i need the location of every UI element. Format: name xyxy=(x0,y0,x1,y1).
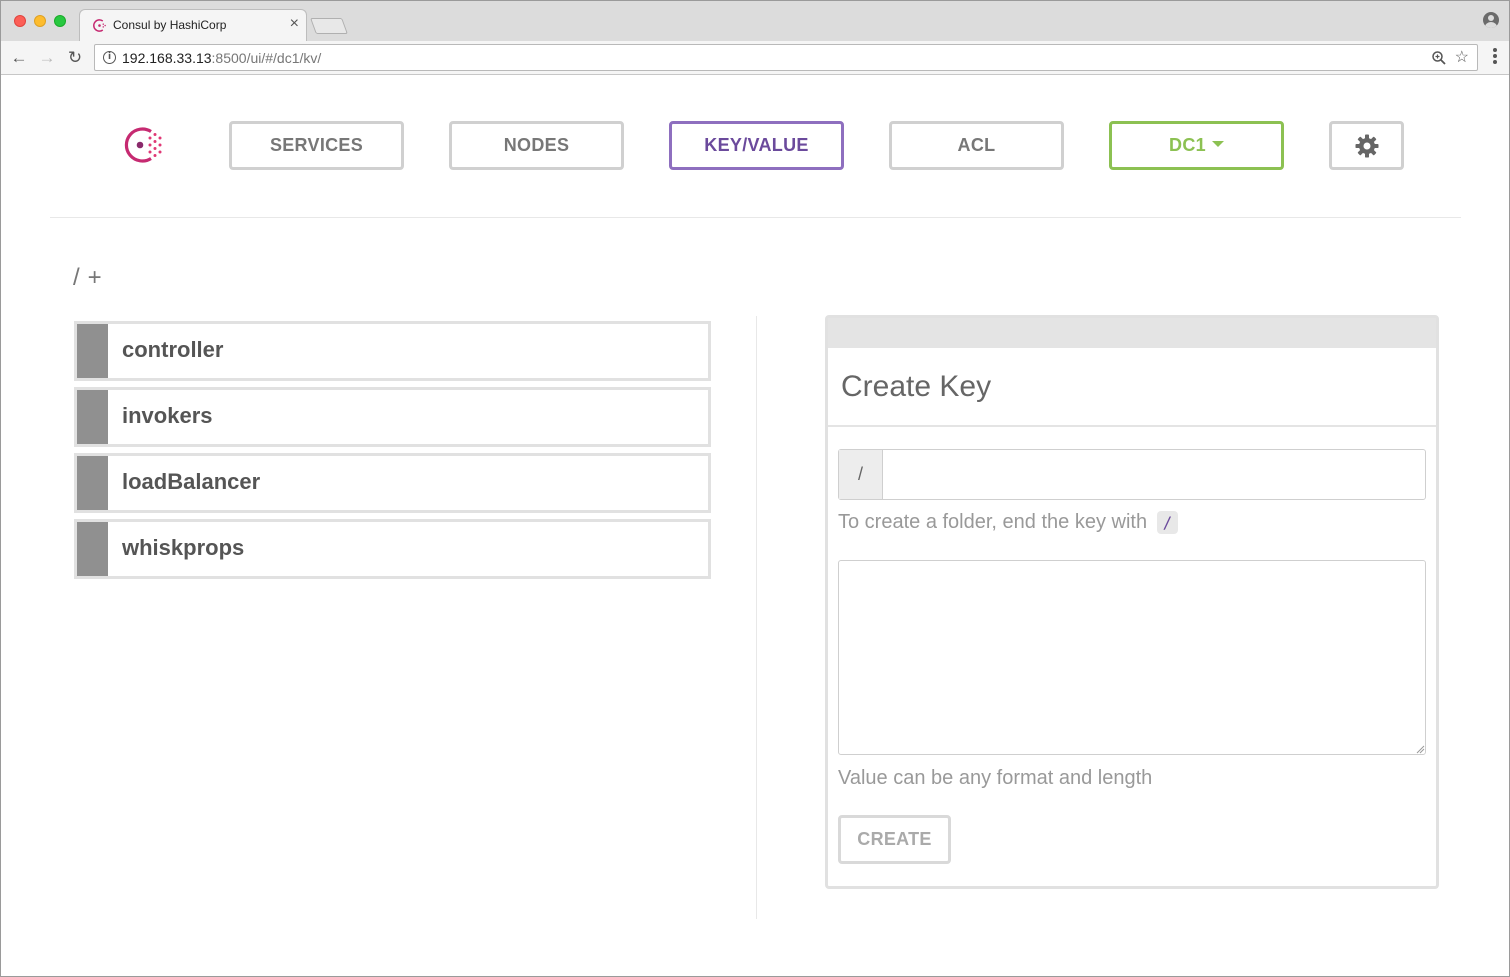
key-folder-marker xyxy=(77,390,108,444)
zoom-icon[interactable] xyxy=(1431,50,1447,66)
folder-help-code: / xyxy=(1156,511,1179,534)
tab-title: Consul by HashiCorp xyxy=(113,18,227,32)
minimize-window-button[interactable] xyxy=(34,15,46,27)
back-arrow-icon[interactable]: ← xyxy=(8,47,30,69)
panel-header-bar xyxy=(828,318,1436,348)
panel-divider xyxy=(828,425,1436,427)
tab-close-icon[interactable]: × xyxy=(290,16,299,32)
close-window-button[interactable] xyxy=(14,15,26,27)
key-prefix: / xyxy=(839,450,883,499)
create-button[interactable]: CREATE xyxy=(838,815,951,864)
key-folder-marker xyxy=(77,522,108,576)
breadcrumb: / + xyxy=(73,264,102,292)
key-folder-marker xyxy=(77,324,108,378)
browser-window: Consul by HashiCorp × ← → ↻ i 192.168.33… xyxy=(0,0,1510,977)
column-divider xyxy=(756,316,757,919)
nav-acl-button[interactable]: ACL xyxy=(889,121,1064,170)
value-help-text: Value can be any format and length xyxy=(838,767,1153,789)
key-input-group: / xyxy=(838,449,1426,500)
bookmark-star-icon[interactable]: ☆ xyxy=(1455,47,1469,67)
nav-services-button[interactable]: SERVICES xyxy=(229,121,404,170)
nav-nodes-button[interactable]: NODES xyxy=(449,121,624,170)
consul-ui: SERVICES NODES KEY/VALUE ACL DC1 / + con… xyxy=(1,76,1509,976)
key-list-item[interactable]: loadBalancer xyxy=(74,453,711,513)
browser-menu-icon[interactable] xyxy=(1493,48,1497,68)
browser-tab[interactable]: Consul by HashiCorp × xyxy=(79,9,307,41)
site-info-icon[interactable]: i xyxy=(103,51,116,64)
resize-grip-icon[interactable] xyxy=(1415,744,1425,754)
create-key-panel: Create Key / To create a folder, end the… xyxy=(825,315,1439,889)
breadcrumb-root-link[interactable]: / xyxy=(73,264,80,291)
folder-help-text: To create a folder, end the key with / xyxy=(838,511,1179,534)
key-label: whiskprops xyxy=(122,535,245,560)
tab-strip: Consul by HashiCorp × xyxy=(1,1,1509,41)
caret-down-icon xyxy=(1211,141,1224,148)
key-label: invokers xyxy=(122,403,213,428)
forward-arrow-icon[interactable]: → xyxy=(36,47,58,69)
maximize-window-button[interactable] xyxy=(54,15,66,27)
settings-button[interactable] xyxy=(1329,121,1404,170)
url-text: 192.168.33.13:8500/ui/#/dc1/kv/ xyxy=(122,50,322,66)
profile-icon[interactable] xyxy=(1483,12,1499,28)
address-bar[interactable]: i 192.168.33.13:8500/ui/#/dc1/kv/ ☆ xyxy=(94,44,1478,71)
key-list-item[interactable]: whiskprops xyxy=(74,519,711,579)
add-key-icon[interactable]: + xyxy=(88,264,102,291)
reload-icon[interactable]: ↻ xyxy=(64,47,86,69)
key-label: controller xyxy=(122,337,224,362)
consul-logo-icon[interactable] xyxy=(118,123,166,167)
value-textarea[interactable] xyxy=(838,560,1426,755)
new-tab-button[interactable] xyxy=(310,18,348,34)
key-list-item[interactable]: invokers xyxy=(74,387,711,447)
key-list-item[interactable]: controller xyxy=(74,321,711,381)
panel-title: Create Key xyxy=(841,370,992,403)
browser-toolbar: ← → ↻ i 192.168.33.13:8500/ui/#/dc1/kv/ … xyxy=(1,41,1509,75)
consul-favicon-icon xyxy=(93,19,106,32)
key-folder-marker xyxy=(77,456,108,510)
header-divider xyxy=(50,217,1461,218)
gear-icon xyxy=(1355,134,1379,158)
datacenter-label: DC1 xyxy=(1169,135,1206,155)
key-label: loadBalancer xyxy=(122,469,261,494)
nav-key-value-button[interactable]: KEY/VALUE xyxy=(669,121,844,170)
datacenter-dropdown[interactable]: DC1 xyxy=(1109,121,1284,170)
key-input[interactable] xyxy=(884,450,1424,499)
